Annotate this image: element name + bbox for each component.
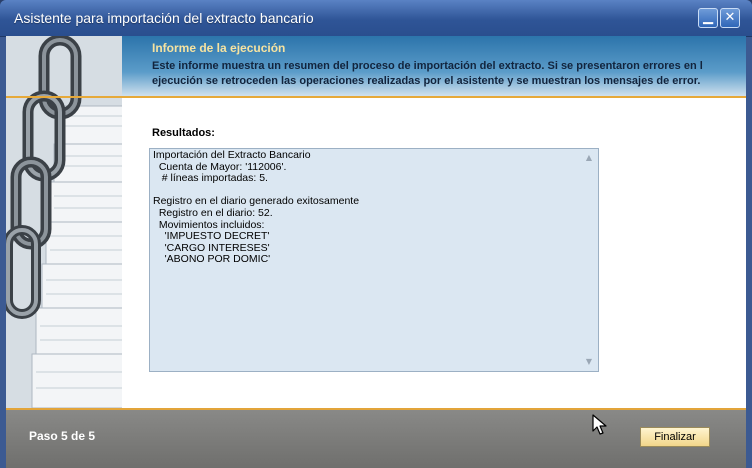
step-indicator: Paso 5 de 5	[29, 429, 96, 443]
results-textarea[interactable]: Importación del Extracto Bancario Cuenta…	[149, 148, 599, 372]
header-description-line2: ejecución se retroceden las operaciones …	[152, 75, 701, 87]
footer-separator	[6, 408, 746, 410]
minimize-icon: ▁	[703, 10, 713, 25]
finish-button[interactable]: Finalizar	[640, 427, 710, 447]
header-separator	[6, 96, 746, 98]
scroll-up-arrow-icon[interactable]: ▲	[581, 151, 597, 165]
header-description: Este informe muestra un resumen del proc…	[152, 59, 742, 89]
header-description-line1: Este informe muestra un resumen del proc…	[152, 60, 703, 72]
results-text: Importación del Extracto Bancario Cuenta…	[153, 149, 360, 266]
window-title: Asistente para importación del extracto …	[14, 10, 314, 26]
close-button[interactable]: ✕	[720, 8, 740, 28]
header-title: Informe de la ejecución	[152, 41, 286, 55]
minimize-button[interactable]: ▁	[698, 8, 718, 28]
chain-decoration-image	[6, 36, 122, 408]
wizard-window: Asistente para importación del extracto …	[0, 0, 752, 468]
wizard-content: Informe de la ejecución Este informe mue…	[6, 36, 746, 468]
footer-bar: Paso 5 de 5 Finalizar	[6, 408, 746, 468]
close-icon: ✕	[724, 10, 736, 25]
scroll-down-arrow-icon[interactable]: ▼	[581, 355, 597, 369]
title-bar[interactable]: Asistente para importación del extracto …	[0, 0, 752, 37]
results-label: Resultados:	[152, 127, 215, 139]
mouse-pointer-icon	[592, 414, 607, 435]
